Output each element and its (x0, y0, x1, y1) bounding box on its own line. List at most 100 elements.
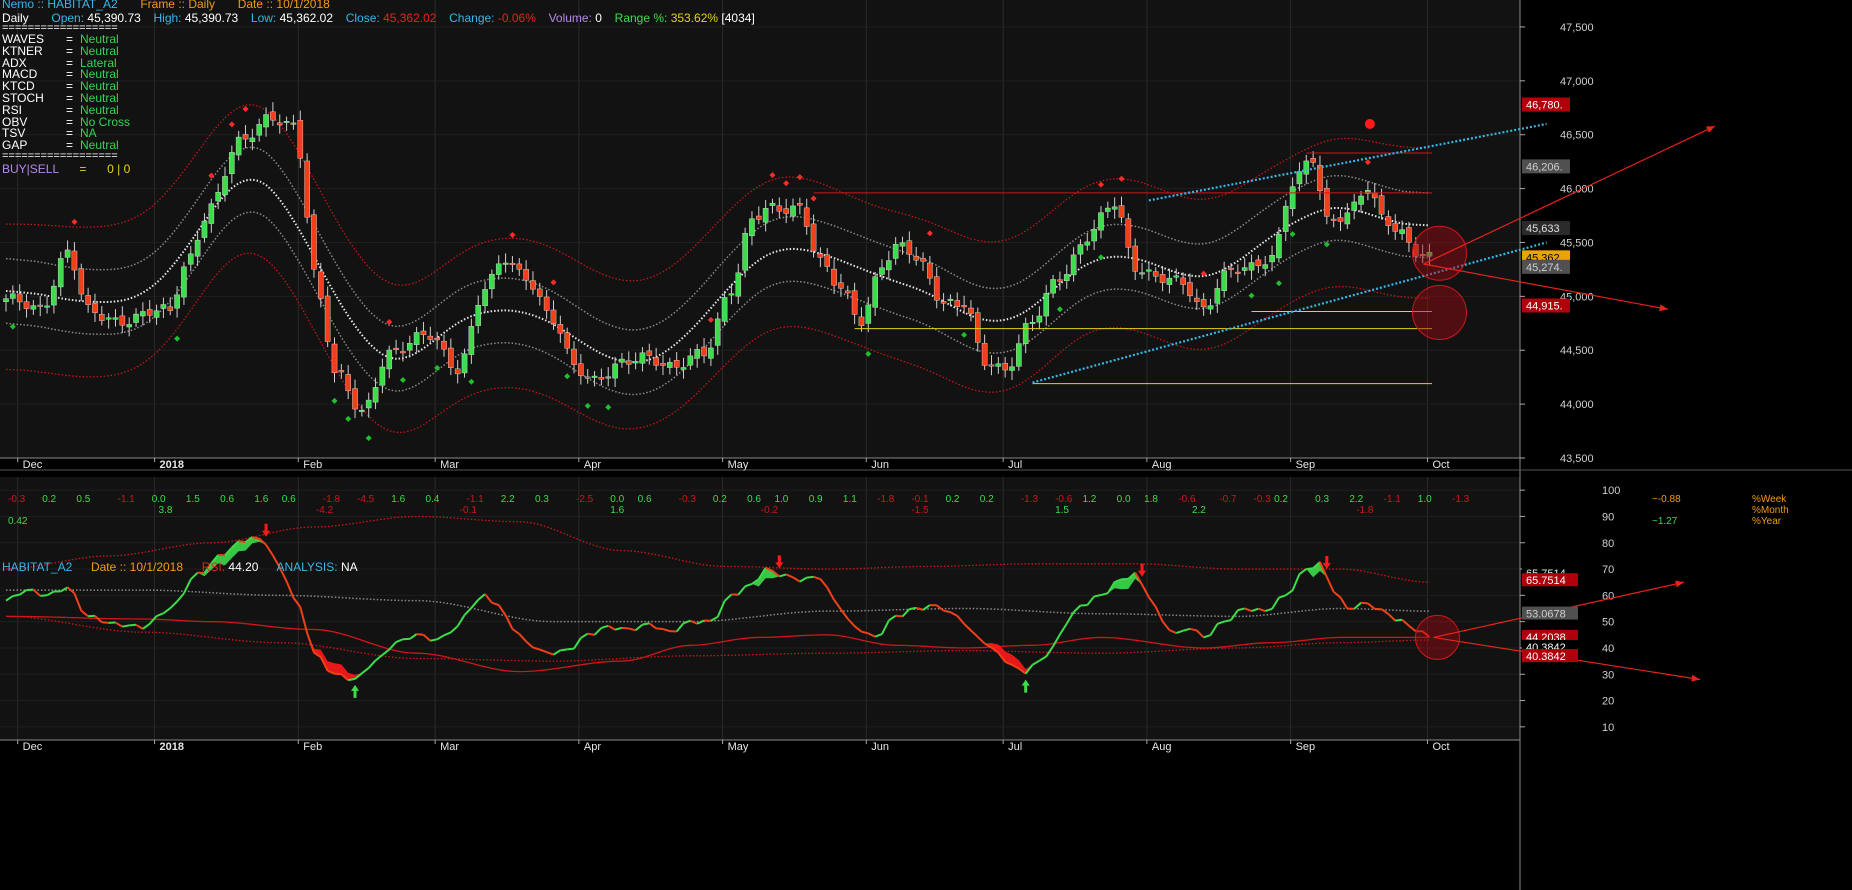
y-tick-label-price: 47,500 (1560, 22, 1594, 34)
candle-body (85, 295, 91, 305)
pct-label: -1.5 (911, 505, 929, 516)
candle-body (1187, 282, 1193, 297)
candle-body (1392, 223, 1399, 232)
pct-label: 1.0 (1418, 494, 1432, 505)
rsi-value-label: 53.0678 (1526, 609, 1566, 621)
pct-label: 0.2 (946, 494, 960, 505)
pct-label: 0.5 (76, 494, 90, 505)
pct-label: 1.6 (610, 505, 624, 516)
rsi-line-segment (587, 632, 595, 636)
pct-summary: ~1.27 (1652, 516, 1678, 527)
candle-body (352, 388, 358, 410)
candle-body (1255, 259, 1262, 267)
buy-value: 0 (107, 162, 114, 176)
candle-body (981, 343, 988, 366)
candle-body (311, 214, 317, 270)
projection-circle-lower (1411, 285, 1467, 341)
candle-body (222, 176, 228, 196)
y-tick-label-rsi: 70 (1602, 564, 1614, 576)
candle-body (817, 253, 824, 258)
candle-body (1276, 234, 1282, 259)
candle-body (516, 263, 523, 270)
frame-label: Frame (140, 0, 175, 11)
candle-body (386, 349, 393, 370)
rsi-line-segment (656, 627, 664, 631)
candle-body (44, 305, 50, 308)
pct-label: -1.8 (1356, 505, 1374, 516)
candle-body (899, 242, 906, 247)
candle-body (797, 203, 803, 206)
chart-svg: Dec 2018 Feb Mar Apr May Jun Jul Aug Sep OctDec 201… (0, 0, 1852, 890)
pct-label: 0.0 (1117, 494, 1131, 505)
pct-label: 0.3 (535, 494, 549, 505)
candle-body (1262, 264, 1269, 269)
candle-body (160, 304, 167, 309)
candle-body (619, 358, 625, 363)
rsi-line-segment (806, 575, 814, 579)
candle-body (755, 215, 762, 220)
rsi-value-label: 65.7514 (1526, 575, 1566, 587)
pct-label: 1.6 (254, 494, 268, 505)
candle-body (906, 240, 913, 255)
candle-body (3, 298, 9, 303)
candle-body (1241, 267, 1248, 271)
pct-label: 0.6 (282, 494, 296, 505)
candle-body (324, 295, 331, 342)
pct-label: -0.2 (761, 505, 779, 516)
date-value: 10/1/2018 (276, 0, 330, 11)
candle-body (181, 266, 187, 298)
candle-body (872, 276, 878, 308)
candle-body (578, 363, 584, 377)
candle-body (537, 288, 543, 297)
candle-body (30, 305, 37, 310)
candle-body (1091, 228, 1097, 242)
candle-body (146, 309, 153, 316)
candle-body (1139, 272, 1145, 275)
x-tick-label-price: May (728, 459, 749, 471)
rsi-line-segment (567, 647, 575, 651)
candle-body (940, 301, 947, 304)
candle-body (1207, 305, 1214, 310)
candle-body (543, 296, 550, 311)
candle-body (769, 202, 776, 206)
high-label: High: (153, 11, 182, 25)
candle-body (1070, 254, 1077, 276)
y-tick-label-rsi: 30 (1602, 669, 1614, 681)
pct-label: -0.3 (8, 494, 26, 505)
pct-label: 0.2 (42, 494, 56, 505)
rsi-line-segment (1223, 619, 1232, 623)
candle-body (974, 312, 981, 343)
candle-body (201, 220, 208, 238)
candle-body (961, 305, 967, 308)
candle-body (489, 273, 495, 290)
candle-body (1344, 212, 1351, 225)
pct-label: -1.1 (117, 494, 135, 505)
y-tick-label-rsi: 50 (1602, 617, 1614, 629)
range-value: 353.62% (670, 11, 719, 25)
candle-body (263, 114, 269, 128)
x-tick-label-price: 2018 (160, 459, 184, 471)
candle-body (345, 374, 351, 392)
candle-body (1152, 271, 1159, 277)
candle-body (1180, 277, 1186, 285)
rsi-symbol: HABITAT_A2 (2, 560, 73, 574)
candle-body (1228, 267, 1234, 270)
x-tick-label-rsi: May (728, 741, 749, 753)
change-value: -0.06% (497, 11, 536, 25)
y-tick-label-price: 46,500 (1560, 130, 1594, 142)
y-tick-label-rsi: 10 (1602, 722, 1614, 734)
candle-body (749, 218, 755, 237)
analysis-label: ANALYSIS: (276, 560, 338, 574)
close-label: Close: (345, 11, 380, 25)
pct-label: 1.8 (1144, 494, 1158, 505)
candle-body (844, 290, 851, 294)
candle-body (64, 249, 71, 258)
candle-body (660, 363, 666, 366)
date-label: Date (237, 0, 264, 11)
y-tick-label-price: 44,000 (1560, 399, 1594, 411)
candle-body (1022, 323, 1029, 345)
pct-label: 0.6 (220, 494, 234, 505)
candle-body (413, 332, 420, 345)
candle-body (1221, 270, 1227, 291)
symbol-name: HABITAT_A2 (47, 0, 118, 11)
